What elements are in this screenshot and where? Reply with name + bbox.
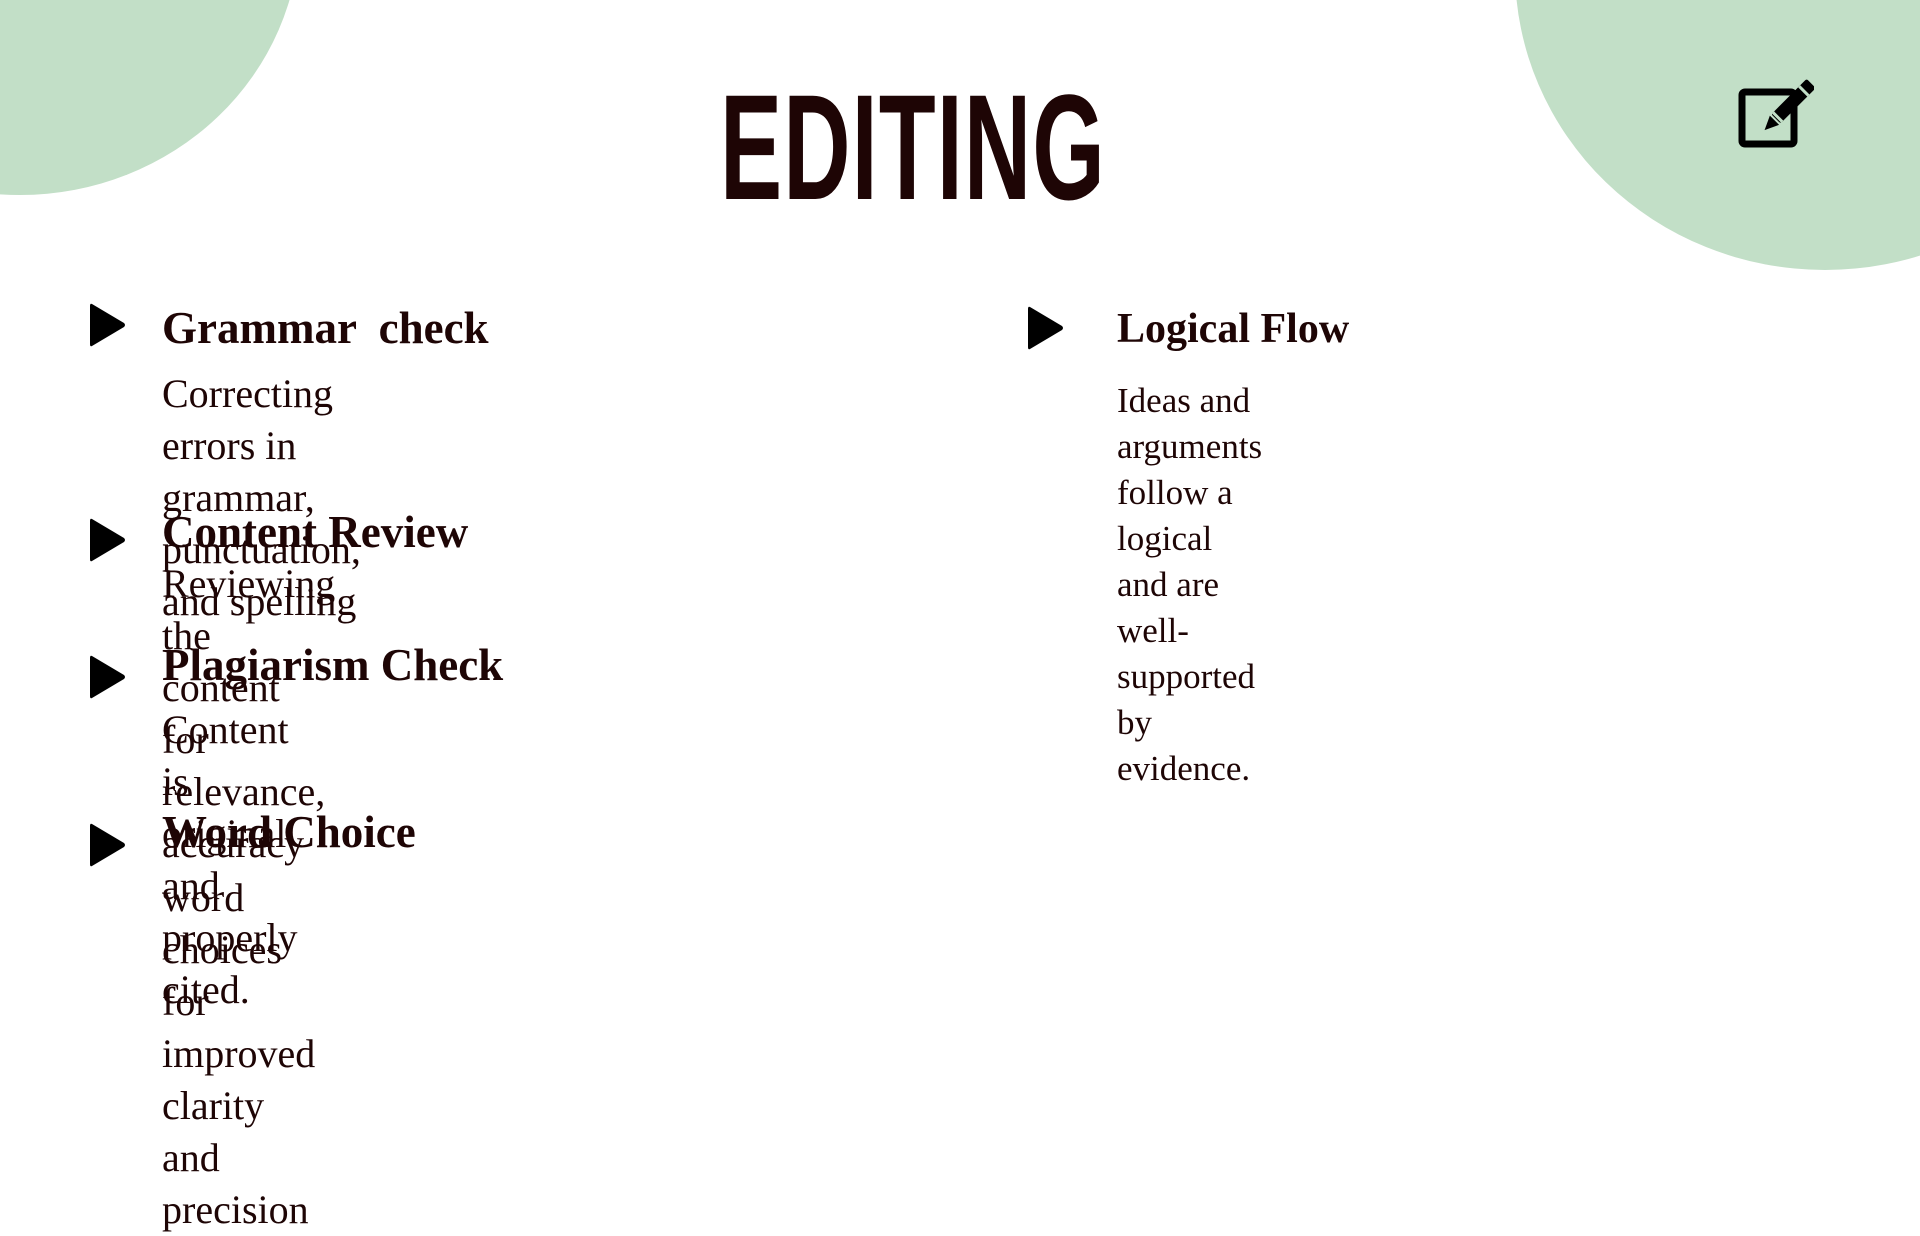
play-bullet-icon xyxy=(90,655,125,699)
item-heading: Word Choice xyxy=(162,807,416,857)
play-bullet-icon xyxy=(90,518,125,562)
edit-square-icon xyxy=(1738,79,1814,148)
item-heading: Grammar check xyxy=(162,303,489,353)
item-heading: Content Review xyxy=(162,507,469,557)
slide-title: EDITING xyxy=(720,63,1106,231)
item-heading: Plagiarism Check xyxy=(162,640,504,690)
item-description: word choices for improved clarity and pr… xyxy=(162,875,316,1232)
play-bullet-icon xyxy=(1028,306,1063,350)
item-description: Ideas and arguments follow a logical and… xyxy=(1117,381,1263,788)
item-heading: Logical Flow xyxy=(1117,306,1350,352)
decorative-circle-top-left xyxy=(0,0,300,195)
decorative-circle-top-right xyxy=(1515,0,1920,270)
play-bullet-icon xyxy=(90,303,125,347)
play-bullet-icon xyxy=(90,823,125,867)
